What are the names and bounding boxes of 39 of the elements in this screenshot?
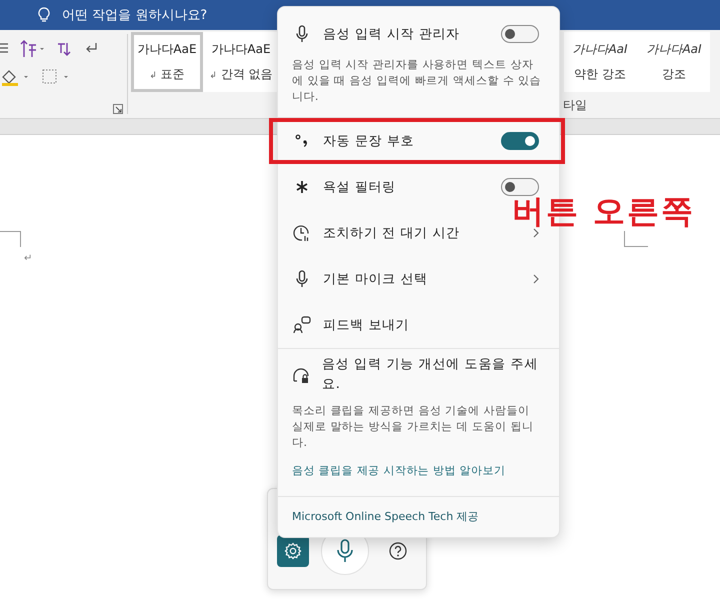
toggle-switch[interactable] <box>501 178 539 196</box>
toggle-switch[interactable] <box>501 132 539 150</box>
sort-icon[interactable] <box>18 40 46 58</box>
style-tile[interactable]: 가나다AaI 약한 강조 <box>564 32 636 92</box>
menu-item-label: 자동 문장 부호 <box>323 133 416 150</box>
menu-item-label[interactable]: 기본 마이크 선택 <box>323 270 533 288</box>
microphone-icon <box>296 25 308 43</box>
tell-me-field[interactable]: 어떤 작업을 원하시나요? <box>62 6 208 24</box>
clock-icon <box>293 224 311 242</box>
description-text: 목소리 클립을 제공하면 음성 기술에 사람들이 실제로 말하는 방식을 가르치는 데 도움이 됩니다. <box>292 403 534 451</box>
menu-item-label: 음성 입력 시작 관리자 <box>323 26 461 43</box>
feedback-icon <box>293 316 311 334</box>
annotation-text: 버튼 오른쪽 <box>512 197 696 225</box>
group-label: 타일 <box>563 97 587 114</box>
style-tile[interactable]: 가나다AaE ↲ 간격 없음 <box>205 32 277 92</box>
toggle-switch[interactable] <box>501 25 539 43</box>
lightbulb-icon <box>38 7 50 23</box>
style-tile[interactable]: 가나다AaE ↲ 표준 <box>131 32 203 92</box>
description-text: 음성 입력 시작 관리자를 사용하면 텍스트 상자에 있을 때 음성 입력에 빠르게 액세스할 수 있습니다. <box>292 57 542 105</box>
microphone-icon <box>337 539 353 563</box>
settings-button[interactable] <box>277 535 309 567</box>
menu-item-label[interactable]: 조치하기 전 대기 시간 <box>323 224 533 242</box>
learn-more-link[interactable]: 음성 클립을 제공 시작하는 방법 알아보기 <box>292 463 543 478</box>
chevron-right-icon <box>533 228 539 238</box>
chevron-right-icon <box>533 274 539 284</box>
menu-item-label: 욕설 필터링 <box>323 179 397 196</box>
provider-text: Microsoft Online Speech Tech 제공 <box>291 509 480 525</box>
menu-item-label[interactable]: 피드백 보내기 <box>323 316 539 334</box>
microphone-icon <box>296 270 308 288</box>
paragraph-mark: ↵ <box>24 253 32 264</box>
style-tile[interactable]: 가나다AaI 강조 <box>638 32 710 92</box>
margin-mark <box>0 231 21 247</box>
asterisk-icon <box>295 180 309 194</box>
help-icon <box>389 542 407 560</box>
dialog-launcher-icon[interactable] <box>113 104 123 114</box>
punctuation-icon <box>295 134 309 148</box>
help-title: 음성 입력 기능 개선에 도움을 주세요. <box>322 356 539 394</box>
gear-icon <box>284 542 302 560</box>
margin-mark <box>624 231 648 247</box>
